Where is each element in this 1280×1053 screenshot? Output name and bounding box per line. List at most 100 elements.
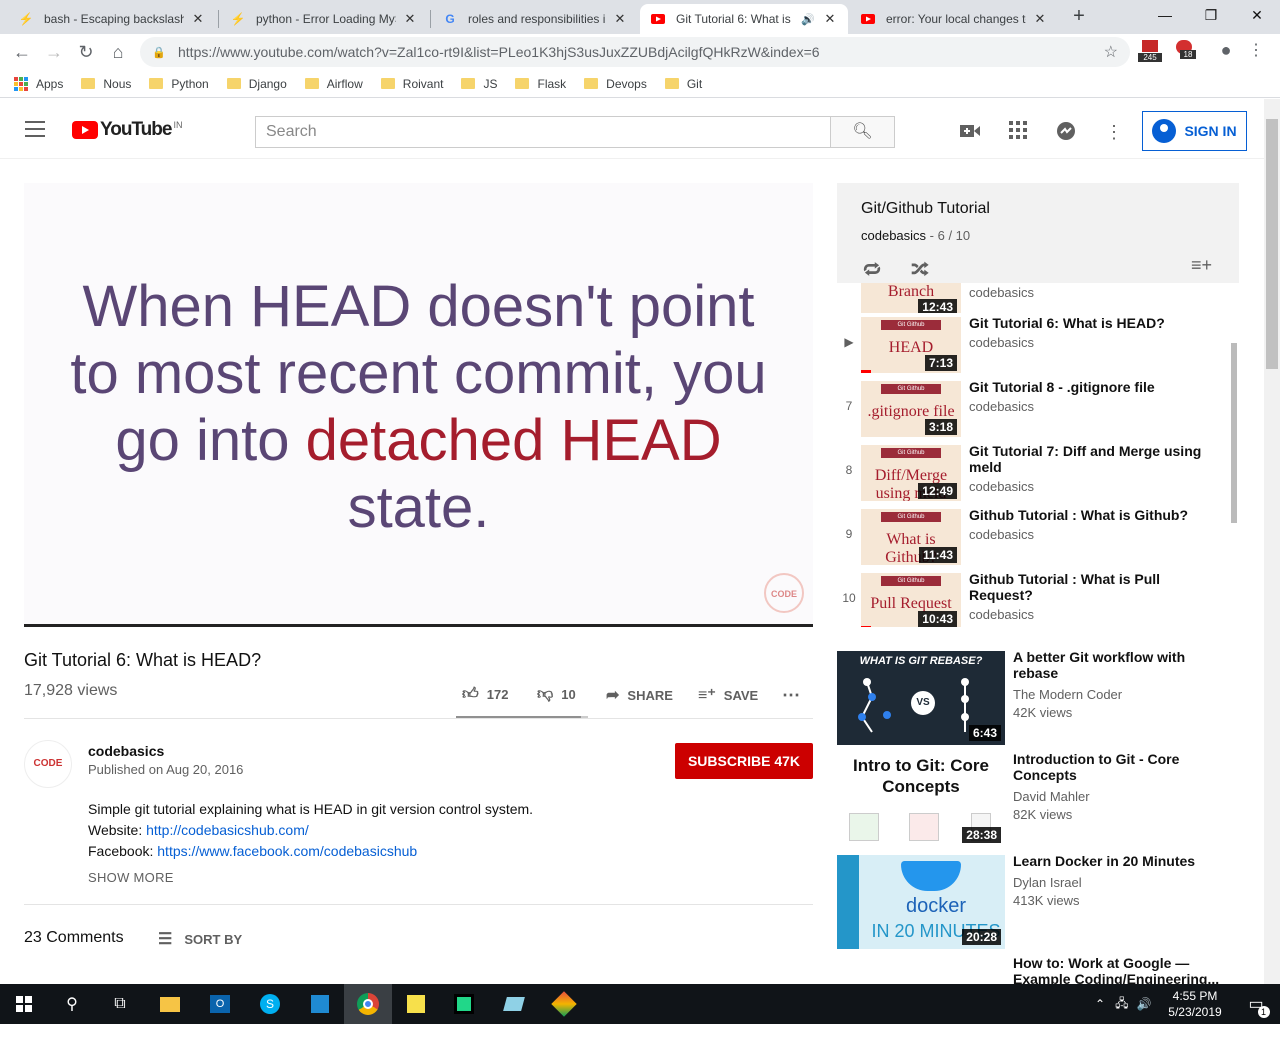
recommended-title[interactable]: How to: Work at Google — Example Coding/…	[1013, 955, 1233, 987]
playlist-item-title[interactable]: Git Tutorial 7: Diff and Merge using mel…	[969, 443, 1219, 475]
pycharm-icon[interactable]	[440, 984, 488, 1024]
sort-by-button[interactable]: ☰ SORT BY	[158, 929, 242, 949]
recommended-channel[interactable]: Dylan Israel	[1013, 875, 1082, 890]
facebook-link[interactable]: https://www.facebook.com/codebasicshub	[157, 843, 417, 859]
menu-dots-icon[interactable]: ⋮	[1244, 40, 1268, 64]
close-icon[interactable]: ✕	[1032, 11, 1048, 27]
video-player[interactable]: When HEAD doesn't point to most recent c…	[24, 183, 813, 627]
subscribe-button[interactable]: SUBSCRIBE 47K	[675, 743, 813, 779]
tab-git-tutorial[interactable]: Git Tutorial 6: What is H 🔊 ✕	[640, 4, 848, 34]
scrollbar-thumb[interactable]	[1266, 119, 1278, 369]
loop-icon[interactable]: 🔁︎	[863, 255, 881, 282]
extension-icon[interactable]: 18	[1172, 40, 1196, 64]
video-thumbnail[interactable]: docker IN 20 MINUTES 20:28	[837, 855, 1005, 949]
playlist-item-channel[interactable]: codebasics	[969, 607, 1034, 622]
reload-icon[interactable]: ↻	[72, 38, 100, 66]
new-tab-button[interactable]: +	[1068, 4, 1090, 30]
video-thumbnail[interactable]: Git Github Pull Request 10:43	[861, 573, 961, 627]
maximize-button[interactable]: ❐	[1188, 0, 1234, 32]
recommended-title[interactable]: A better Git workflow with rebase	[1013, 649, 1233, 681]
video-thumbnail[interactable]: Git GithubBranch12:43	[861, 283, 961, 317]
skype-icon[interactable]: S	[246, 984, 294, 1024]
star-icon[interactable]: ☆	[1104, 42, 1118, 62]
tab-error-local-changes[interactable]: error: Your local changes to ✕	[850, 4, 1058, 34]
recommended-channel[interactable]: David Mahler	[1013, 789, 1090, 804]
bookmark-folder-airflow[interactable]: Airflow	[304, 77, 363, 91]
sign-in-button[interactable]: SIGN IN	[1142, 111, 1247, 151]
chrome-icon[interactable]	[344, 984, 392, 1024]
minimize-button[interactable]: —	[1142, 0, 1188, 32]
volume-icon[interactable]: 🔊	[1136, 997, 1151, 1011]
share-button[interactable]: ➦ SHARE	[606, 685, 673, 705]
sticky-notes-icon[interactable]	[392, 984, 440, 1024]
bookmark-folder-django[interactable]: Django	[226, 77, 287, 91]
chevron-up-icon[interactable]: ⌃	[1095, 997, 1105, 1011]
tab-roles-responsibilities[interactable]: G roles and responsibilities in ✕	[432, 4, 638, 34]
playlist-add-icon[interactable]: ≡+	[1191, 255, 1212, 276]
shuffle-icon[interactable]: 🔀︎	[911, 255, 929, 282]
youtube-logo[interactable]: YouTube IN	[72, 119, 182, 141]
close-icon[interactable]: ✕	[822, 11, 838, 27]
extension-icon[interactable]: 245	[1138, 40, 1162, 64]
recommended-video[interactable]: docker IN 20 MINUTES 20:28 Learn Docker in …	[837, 853, 1239, 951]
save-button[interactable]: ≡⁺ SAVE	[698, 685, 758, 705]
windows-start-icon[interactable]	[0, 984, 48, 1024]
bookmark-folder-nous[interactable]: Nous	[81, 77, 131, 91]
settings-dots-icon[interactable]: ⋮	[1103, 121, 1125, 143]
playlist-item-channel[interactable]: codebasics	[969, 335, 1034, 350]
tab-bash-escaping[interactable]: ⚡ bash - Escaping backslash in ✕	[8, 4, 216, 34]
recommended-title[interactable]: Learn Docker in 20 Minutes	[1013, 853, 1233, 869]
bookmark-folder-devops[interactable]: Devops	[584, 77, 647, 91]
channel-name[interactable]: codebasics	[88, 743, 164, 759]
hamburger-menu-icon[interactable]	[25, 121, 45, 137]
outlook-icon[interactable]: O	[196, 984, 244, 1024]
more-actions-icon[interactable]: ⋯	[782, 685, 800, 706]
channel-avatar[interactable]: CODE	[24, 740, 72, 788]
search-input[interactable]: Search	[255, 116, 831, 148]
playlist-item-channel[interactable]: codebasics	[969, 479, 1034, 494]
video-thumbnail[interactable]: WHAT IS GIT REBASE? VS 6:43	[837, 651, 1005, 745]
video-thumbnail[interactable]: Git Github .gitignore file 3:18	[861, 381, 961, 437]
recommended-video[interactable]: Intro to Git: Core Concepts 28:38 Introduc…	[837, 751, 1239, 849]
address-bar[interactable]: 🔒 https://www.youtube.com/watch?v=Zal1co…	[140, 37, 1130, 67]
playlist-owner[interactable]: codebasics	[861, 228, 926, 243]
video-progress-bar[interactable]	[24, 624, 813, 627]
playlist-item-title[interactable]: Github Tutorial : What is Pull Request?	[969, 571, 1219, 603]
speaker-icon[interactable]: 🔊	[800, 13, 816, 26]
file-explorer-icon[interactable]	[146, 984, 194, 1024]
channel-watermark[interactable]: CODE	[764, 573, 804, 613]
website-link[interactable]: http://codebasicshub.com/	[146, 822, 309, 838]
video-thumbnail[interactable]: Git Github Diff/Merge using meld 12:49	[861, 445, 961, 501]
playlist-item[interactable]: 7 Git Github .gitignore file 3:18 Git Tutori…	[837, 377, 1227, 441]
dislike-button[interactable]: 👎︎ 10	[537, 685, 576, 704]
messages-icon[interactable]	[1055, 121, 1077, 143]
page-scrollbar[interactable]	[1264, 99, 1280, 984]
task-view-icon[interactable]: ⧉	[96, 984, 144, 1024]
playlist-item[interactable]: 10 Git Github Pull Request 10:43 Github Tuto…	[837, 569, 1227, 627]
video-thumbnail[interactable]: Git Github HEAD 7:13	[861, 317, 961, 373]
playlist-item[interactable]: 8 Git Github Diff/Merge using meld 12:49 Git…	[837, 441, 1227, 505]
vscode-icon[interactable]	[296, 984, 344, 1024]
video-thumbnail[interactable]: Intro to Git: Core Concepts 28:38	[837, 753, 1005, 847]
playlist-item-title[interactable]: Git Tutorial 8 - .gitignore file	[969, 379, 1219, 395]
apps-grid-icon[interactable]	[1007, 121, 1029, 143]
search-icon[interactable]: ⚲	[48, 984, 96, 1024]
like-button[interactable]: 👍︎ 172	[462, 685, 508, 704]
app-icon[interactable]	[490, 984, 538, 1024]
home-icon[interactable]: ⌂	[104, 38, 132, 66]
bookmark-folder-roivant[interactable]: Roivant	[380, 77, 443, 91]
back-arrow-icon[interactable]: ←	[8, 38, 36, 66]
bookmark-folder-git[interactable]: Git	[664, 77, 702, 91]
bookmark-apps[interactable]: Apps	[14, 76, 63, 91]
profile-icon[interactable]: ●	[1214, 40, 1238, 64]
notifications-icon[interactable]: ▭ 1	[1232, 984, 1280, 1024]
recommended-video[interactable]: WHAT IS GIT REBASE? VS 6:43 A better Git wo…	[837, 649, 1239, 747]
playlist-title[interactable]: Git/Github Tutorial	[861, 200, 990, 218]
bookmark-folder-js[interactable]: JS	[461, 77, 497, 91]
forward-arrow-icon[interactable]: →	[40, 38, 68, 66]
playlist-item-title[interactable]: Git Tutorial 6: What is HEAD?	[969, 315, 1219, 331]
search-button[interactable]: 🔍︎	[830, 116, 895, 148]
bookmark-folder-flask[interactable]: Flask	[515, 77, 566, 91]
playlist-item-channel[interactable]: codebasics	[969, 285, 1034, 300]
taskbar-clock[interactable]: 4:55 PM 5/23/2019	[1160, 988, 1230, 1020]
